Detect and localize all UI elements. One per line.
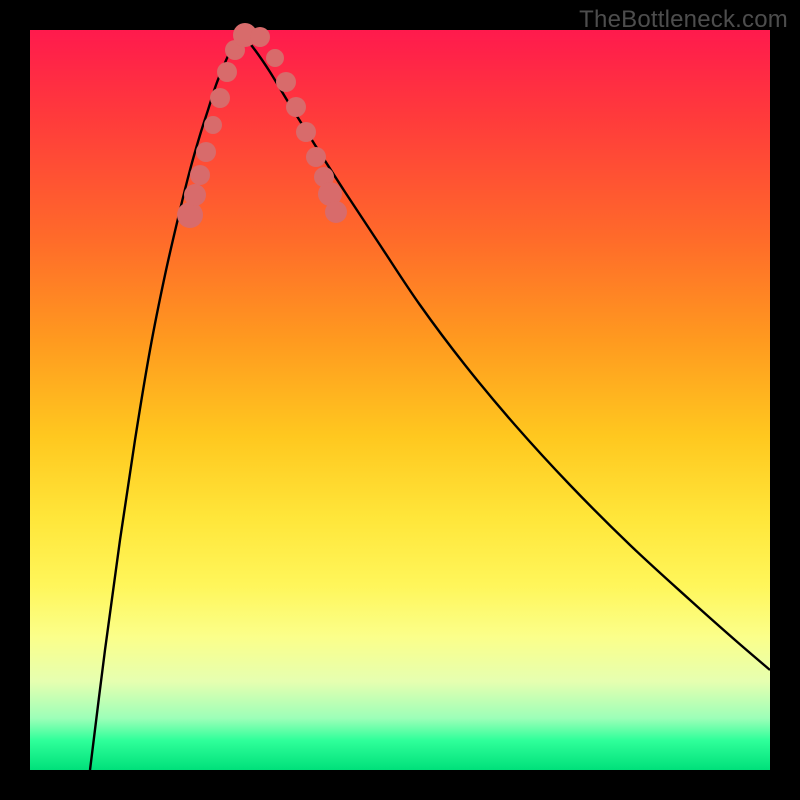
data-marker — [210, 88, 230, 108]
data-marker — [177, 202, 203, 228]
plot-area — [30, 30, 770, 770]
data-marker — [306, 147, 326, 167]
data-marker — [250, 27, 270, 47]
curve-left-branch — [90, 34, 242, 770]
curve-right-branch — [242, 34, 770, 670]
data-marker — [190, 165, 210, 185]
data-marker — [286, 97, 306, 117]
data-marker — [266, 49, 284, 67]
data-marker — [296, 122, 316, 142]
chart-svg — [30, 30, 770, 770]
data-marker — [325, 201, 347, 223]
data-marker — [276, 72, 296, 92]
data-marker — [184, 184, 206, 206]
data-marker — [217, 62, 237, 82]
data-marker — [196, 142, 216, 162]
data-marker — [204, 116, 222, 134]
chart-frame: TheBottleneck.com — [0, 0, 800, 800]
